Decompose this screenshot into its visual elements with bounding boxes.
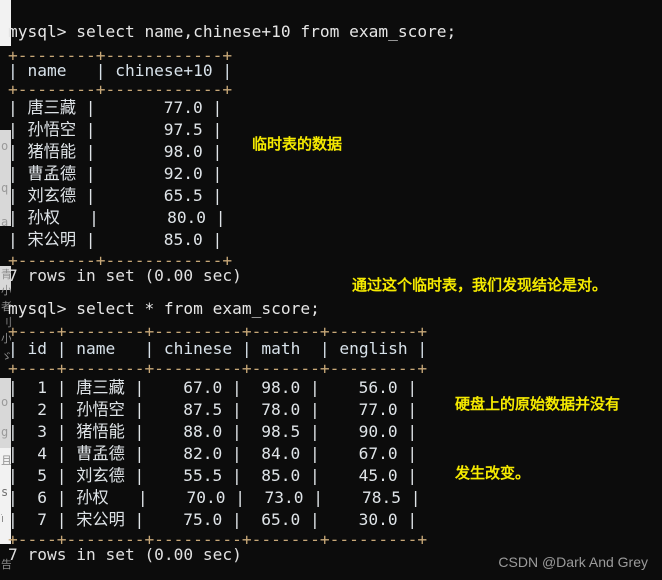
annotation-disk-line2: 发生改变。 (455, 464, 531, 482)
table-row: | 6 | 孙权 | 70.0 | 73.0 | 78.5 | (8, 488, 421, 507)
annotation-disk-line1: 硬盘上的原始数据并没有 (455, 395, 621, 413)
table-row: | 孙悟空 | 97.5 | (8, 120, 223, 139)
result-status-1: 7 rows in set (0.00 sec) (8, 266, 242, 285)
watermark: CSDN @Dark And Grey (498, 554, 648, 570)
table-row: | 5 | 刘玄德 | 55.5 | 85.0 | 45.0 | (8, 466, 418, 485)
annotation-temp-table: 临时表的数据 (252, 135, 343, 153)
table-row: | 刘玄德 | 65.5 | (8, 186, 223, 205)
annotation-conclusion: 通过这个临时表，我们发现结论是对。 (352, 276, 608, 294)
result-status-2: 7 rows in set (0.00 sec) (8, 545, 242, 564)
command-line-2: mysql> select * from exam_score; (8, 299, 320, 318)
table-row: | 1 | 唐三藏 | 67.0 | 98.0 | 56.0 | (8, 378, 418, 397)
table-row: | 2 | 孙悟空 | 87.5 | 78.0 | 77.0 | (8, 400, 418, 419)
table-row: | 孙权 | 80.0 | (8, 208, 226, 227)
terminal-window: o q a 青 小 者 刂 小 ゞ o g 且 s וֹ 告 mysql> se… (0, 0, 662, 580)
table-row: | 3 | 猪悟能 | 88.0 | 98.5 | 90.0 | (8, 422, 418, 441)
table-row: | 唐三藏 | 77.0 | (8, 98, 223, 117)
command-line-1: mysql> select name,chinese+10 from exam_… (8, 22, 457, 41)
table-row: | 曹孟德 | 92.0 | (8, 164, 223, 183)
table-row: | 猪悟能 | 98.0 | (8, 142, 223, 161)
annotation-disk-unchanged: 硬盘上的原始数据并没有 发生改变。 (455, 347, 620, 531)
table-row: | 4 | 曹孟德 | 82.0 | 84.0 | 67.0 | (8, 444, 418, 463)
